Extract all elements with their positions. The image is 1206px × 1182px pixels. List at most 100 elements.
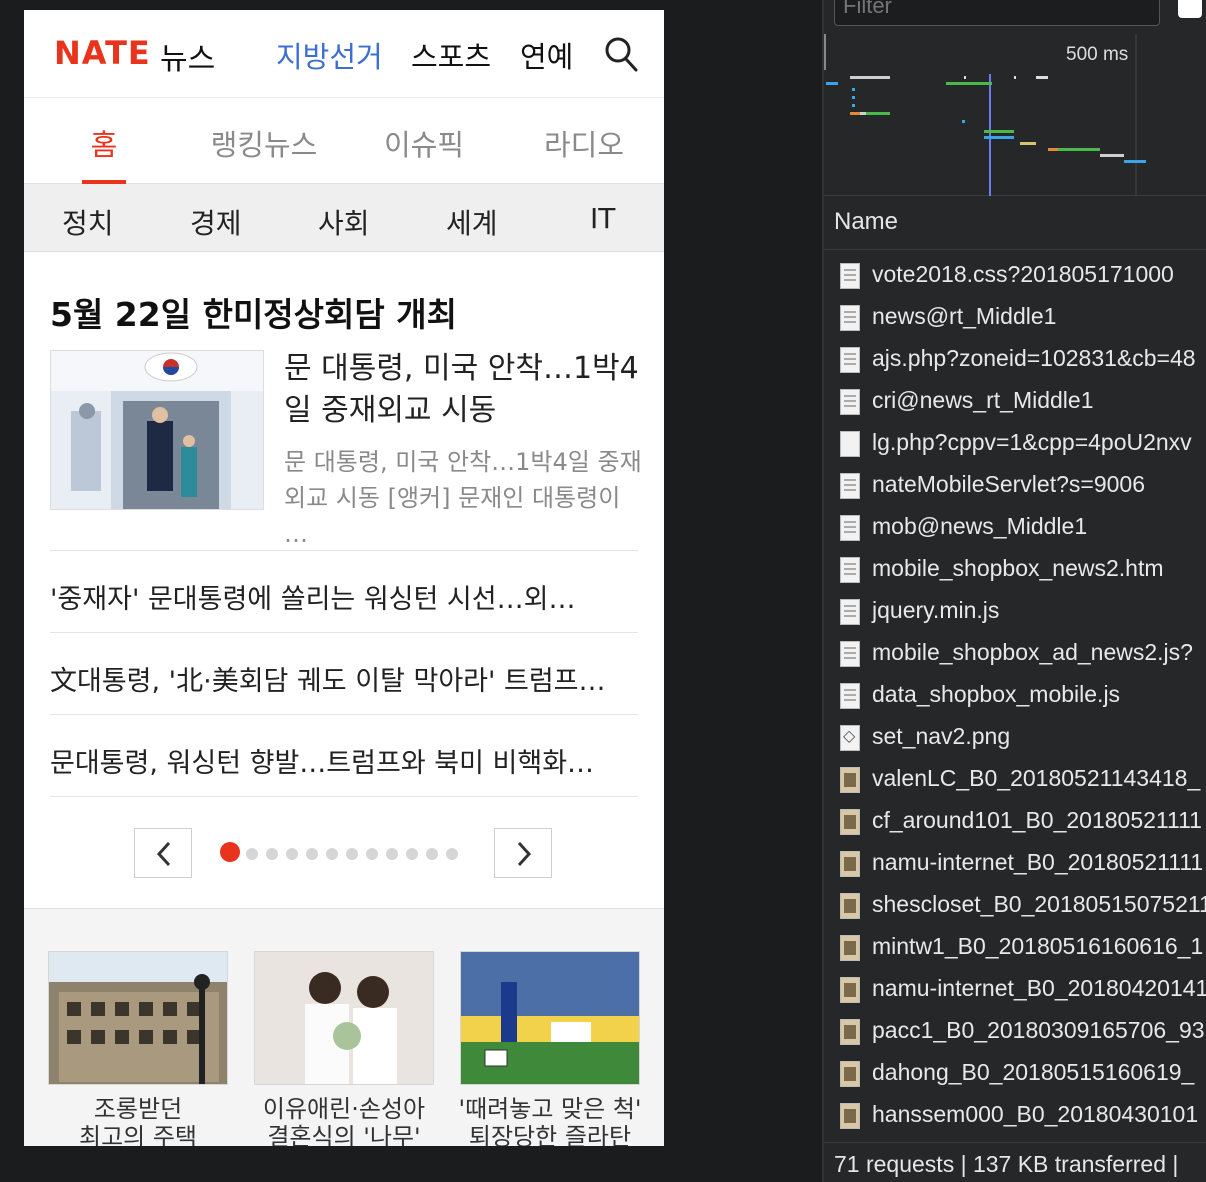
photo-thumb-soccer[interactable]	[460, 951, 640, 1085]
page-dot[interactable]	[366, 848, 378, 860]
request-name: data_shopbox_mobile.js	[872, 681, 1121, 707]
document-file-icon	[840, 263, 860, 289]
request-row[interactable]: dahong_B0_20180515160619_	[824, 1052, 1206, 1094]
photo-thumb-wedding[interactable]	[254, 951, 434, 1085]
request-name: set_nav2.png	[872, 723, 1011, 749]
image-file-icon	[840, 893, 860, 919]
tab-home[interactable]: 홈	[24, 122, 184, 164]
category-economy[interactable]: 경제	[190, 202, 242, 242]
image-file-icon	[840, 935, 860, 961]
news-list-item[interactable]: 文대통령, '北·美회담 궤도 이탈 막아라' 트럼프…	[50, 632, 638, 714]
chevron-left-icon	[156, 841, 171, 867]
tab-issue-pick[interactable]: 이슈픽	[344, 122, 504, 164]
request-name: mobile_shopbox_news2.htm	[872, 555, 1164, 581]
logo-news-label[interactable]: 뉴스	[160, 34, 215, 78]
document-file-icon	[840, 683, 860, 709]
page-dot[interactable]	[446, 848, 458, 860]
page-dot[interactable]	[426, 848, 438, 860]
prev-page-button[interactable]	[134, 828, 192, 878]
timeline-label: 500 ms	[1066, 44, 1129, 65]
page-dot[interactable]	[326, 848, 338, 860]
search-icon[interactable]	[604, 36, 638, 72]
page-dot[interactable]	[406, 848, 418, 860]
request-row[interactable]: cf_around101_B0_20180521111	[824, 800, 1206, 842]
request-row[interactable]: ajs.php?zoneid=102831&cb=48	[824, 338, 1206, 380]
request-row[interactable]: mob@news_Middle1	[824, 506, 1206, 548]
nav-entertainment[interactable]: 연예	[520, 34, 573, 76]
page-dot[interactable]	[346, 848, 358, 860]
request-row[interactable]: mobile_shopbox_ad_news2.js?	[824, 632, 1206, 674]
request-row[interactable]: news@rt_Middle1	[824, 296, 1206, 338]
page-dot[interactable]	[220, 842, 240, 862]
photo-caption[interactable]: '때려놓고 맞은 척' 퇴장당한 즐라탄	[450, 1095, 650, 1146]
category-society[interactable]: 사회	[318, 202, 370, 242]
network-timeline-overview[interactable]: 500 ms	[824, 34, 1206, 196]
request-row[interactable]: namu-internet_B0_20180521111	[824, 842, 1206, 884]
page-dot[interactable]	[286, 848, 298, 860]
news-list-item[interactable]: '중재자' 문대통령에 쏠리는 워싱턴 시선…외…	[50, 550, 638, 632]
page-dot[interactable]	[386, 848, 398, 860]
top-bar: NATE 뉴스 지방선거 스포츠 연예	[24, 10, 664, 98]
waterfall-overview	[824, 34, 1146, 196]
request-row[interactable]: jquery.min.js	[824, 590, 1206, 632]
request-row[interactable]: set_nav2.png	[824, 716, 1206, 758]
request-row[interactable]: shescloset_B0_20180515075211	[824, 884, 1206, 926]
category-bar: 정치 경제 사회 세계 IT	[24, 184, 664, 252]
png-file-icon	[840, 725, 860, 751]
feature-description[interactable]: 문 대통령, 미국 안착…1박4일 중재외교 시동 [앵커] 문재인 대통령이 …	[284, 444, 644, 552]
nav-local-election[interactable]: 지방선거	[276, 34, 383, 76]
image-file-icon	[840, 1103, 860, 1129]
request-name: valenLC_B0_20180521143418_	[872, 765, 1201, 791]
category-politics[interactable]: 정치	[62, 202, 114, 242]
request-row[interactable]: mobile_shopbox_news2.htm	[824, 548, 1206, 590]
section-headline[interactable]: 5월 22일 한미정상회담 개최	[50, 288, 457, 336]
request-row[interactable]: pacc1_B0_20180309165706_93	[824, 1010, 1206, 1052]
request-name: namu-internet_B0_20180521111	[872, 849, 1204, 875]
document-file-icon	[840, 557, 860, 583]
image-file-icon	[840, 1061, 860, 1087]
request-row[interactable]: valenLC_B0_20180521143418_	[824, 758, 1206, 800]
news-list-item[interactable]: 문대통령, 워싱턴 향발…트럼프와 북미 비핵화…	[50, 714, 638, 796]
request-name: news@rt_Middle1	[872, 303, 1057, 329]
request-row[interactable]: namu-internet_B0_20180420141	[824, 968, 1206, 1010]
next-page-button[interactable]	[494, 828, 552, 878]
request-name: lg.php?cppv=1&cpp=4poU2nxv	[872, 429, 1192, 455]
request-row[interactable]: cri@news_rt_Middle1	[824, 380, 1206, 422]
page-dot[interactable]	[266, 848, 278, 860]
filter-checkbox[interactable]	[1178, 0, 1202, 18]
name-column-header[interactable]: Name	[824, 196, 1206, 250]
feature-title[interactable]: 문 대통령, 미국 안착…1박4일 중재외교 시동	[284, 348, 644, 432]
photo-thumb-house[interactable]	[48, 951, 228, 1085]
network-status-bar: 71 requests | 137 KB transferred |	[824, 1142, 1206, 1182]
image-file-icon	[840, 767, 860, 793]
nav-sports[interactable]: 스포츠	[411, 34, 491, 76]
photo-caption[interactable]: 이유애린·손성아 결혼식의 '나무'	[244, 1095, 444, 1146]
page-dot[interactable]	[306, 848, 318, 860]
category-world[interactable]: 세계	[446, 202, 498, 242]
request-row[interactable]: vote2018.css?201805171000	[824, 254, 1206, 296]
nate-logo[interactable]: NATE	[54, 34, 151, 72]
photo-caption[interactable]: 조롱받던 최고의 주택	[38, 1095, 238, 1146]
request-name: shescloset_B0_20180515075211	[872, 891, 1206, 917]
request-name: jquery.min.js	[872, 597, 1000, 623]
document-file-icon	[840, 473, 860, 499]
page-dot[interactable]	[246, 848, 258, 860]
request-row[interactable]: mintw1_B0_20180516160616_1	[824, 926, 1206, 968]
request-row[interactable]: hanssem000_B0_20180430101	[824, 1094, 1206, 1136]
feature-image[interactable]	[50, 350, 264, 510]
document-file-icon	[840, 515, 860, 541]
category-it[interactable]: IT	[590, 202, 615, 235]
image-file-icon	[840, 809, 860, 835]
document-file-icon	[840, 347, 860, 373]
request-row[interactable]: nateMobileServlet?s=9006	[824, 464, 1206, 506]
request-name: vote2018.css?201805171000	[872, 261, 1174, 287]
tab-ranking-news[interactable]: 랭킹뉴스	[184, 122, 344, 164]
document-file-icon	[840, 389, 860, 415]
request-row[interactable]: lg.php?cppv=1&cpp=4poU2nxv	[824, 422, 1206, 464]
filter-input[interactable]	[834, 0, 1160, 26]
request-row[interactable]: data_shopbox_mobile.js	[824, 674, 1206, 716]
request-name: cri@news_rt_Middle1	[872, 387, 1094, 413]
request-list: vote2018.css?201805171000 news@rt_Middle1…	[824, 254, 1206, 1136]
main-tabs: 홈 랭킹뉴스 이슈픽 라디오	[24, 98, 664, 184]
tab-radio[interactable]: 라디오	[504, 122, 664, 164]
